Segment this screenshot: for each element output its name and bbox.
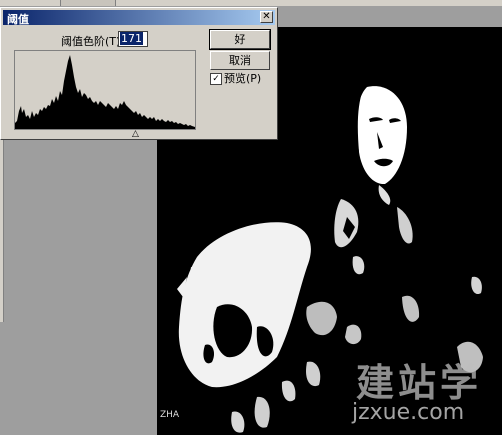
ok-button[interactable]: 好: [209, 29, 271, 50]
left-panel-edge: [0, 140, 4, 322]
threshold-level-label: 阈值色阶(T):: [61, 35, 125, 48]
threshold-dialog: 阈值 ✕ 阈值色阶(T): 171 △ 好 取消 ✓ 预览(P): [0, 7, 278, 140]
threshold-slider-handle[interactable]: △: [132, 130, 139, 139]
dialog-title: 阈值: [7, 13, 29, 26]
preview-checkbox[interactable]: ✓: [210, 73, 222, 85]
top-toolbar-strip: [0, 0, 502, 6]
threshold-level-value: 171: [120, 32, 143, 45]
watermark-logo-text: 建站学: [356, 361, 483, 405]
close-icon: ✕: [262, 11, 271, 22]
watermark: 建站学 jzxue.com: [352, 352, 497, 432]
threshold-level-input[interactable]: 171: [118, 31, 148, 47]
preview-label: 预览(P): [224, 72, 262, 85]
cancel-button[interactable]: 取消: [210, 51, 270, 70]
histogram-graph: [15, 55, 195, 129]
dialog-titlebar[interactable]: 阈值 ✕: [3, 10, 275, 26]
cover-text: ZHA: [160, 410, 180, 420]
close-button[interactable]: ✕: [260, 11, 273, 23]
watermark-url: jzxue.com: [352, 400, 465, 425]
preview-checkbox-row[interactable]: ✓ 预览(P): [210, 70, 261, 86]
document-tab[interactable]: [60, 0, 116, 6]
histogram: [14, 50, 196, 130]
